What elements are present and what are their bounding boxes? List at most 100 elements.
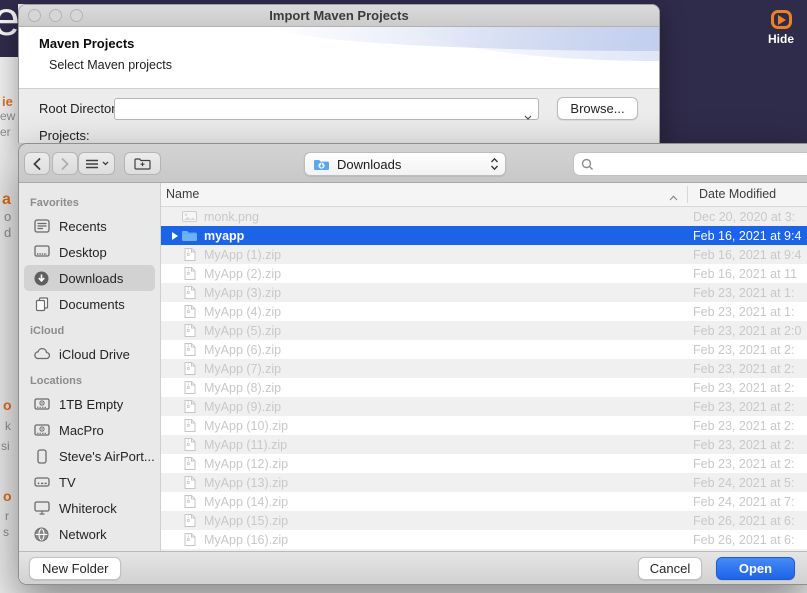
new-folder-toolbar-button[interactable] bbox=[124, 152, 161, 175]
file-row[interactable]: myappFeb 16, 2021 at 9:4 bbox=[161, 226, 807, 245]
image-file-icon bbox=[181, 211, 198, 222]
wizard-banner: Maven Projects Select Maven projects bbox=[19, 27, 659, 89]
downloads-folder-icon bbox=[313, 158, 330, 171]
file-row[interactable]: MyApp (5).zip Feb 23, 2021 at 2:0 bbox=[161, 321, 807, 340]
file-name: MyApp (16).zip bbox=[204, 533, 288, 547]
location-value: Downloads bbox=[337, 157, 401, 172]
search-field[interactable] bbox=[573, 152, 807, 176]
file-row[interactable]: MyApp (6).zip Feb 23, 2021 at 2: bbox=[161, 340, 807, 359]
file-list-header: Name Date Modified bbox=[161, 183, 807, 207]
sidebar-item-desktop[interactable]: Desktop bbox=[24, 239, 155, 265]
file-name: MyApp (3).zip bbox=[204, 286, 281, 300]
file-list: Name Date Modified monk.pngDec 20, 2020 … bbox=[161, 183, 807, 551]
file-row[interactable]: MyApp (13).zip Feb 24, 2021 at 5: bbox=[161, 473, 807, 492]
sidebar-item-1tb-empty[interactable]: 1TB Empty bbox=[24, 391, 155, 417]
location-popup[interactable]: Downloads bbox=[304, 152, 506, 176]
file-row[interactable]: MyApp (10).zipFeb 23, 2021 at 2: bbox=[161, 416, 807, 435]
list-view-icon bbox=[85, 159, 99, 169]
sidebar-item-tv[interactable]: TV bbox=[24, 469, 155, 495]
cancel-button[interactable]: Cancel bbox=[638, 557, 702, 580]
file-date-modified: Feb 23, 2021 at 2:0 bbox=[693, 324, 801, 338]
sidebar-item-steve-s-airport[interactable]: Steve's AirPort... bbox=[24, 443, 155, 469]
file-date-modified: Feb 23, 2021 at 2: bbox=[693, 400, 794, 414]
zoom-button[interactable] bbox=[70, 9, 83, 22]
close-button[interactable] bbox=[28, 9, 41, 22]
file-row[interactable]: monk.pngDec 20, 2020 at 3: bbox=[161, 207, 807, 226]
open-button[interactable]: Open bbox=[716, 557, 795, 580]
back-button[interactable] bbox=[24, 152, 50, 175]
file-name: MyApp (13).zip bbox=[204, 476, 288, 490]
sidebar-section-icloud: iCloud bbox=[30, 325, 160, 337]
file-row[interactable]: MyApp (11).zipFeb 23, 2021 at 2: bbox=[161, 435, 807, 454]
chevron-left-icon bbox=[33, 158, 41, 170]
new-folder-button[interactable]: New Folder bbox=[29, 557, 121, 580]
hide-label: Hide bbox=[758, 32, 804, 46]
file-row[interactable]: MyApp (12).zipFeb 23, 2021 at 2: bbox=[161, 454, 807, 473]
sort-ascending-icon bbox=[669, 190, 678, 204]
file-row[interactable]: MyApp (1).zipFeb 16, 2021 at 9:4 bbox=[161, 245, 807, 264]
file-row[interactable]: MyApp (4).zipFeb 23, 2021 at 1: bbox=[161, 302, 807, 321]
view-options-button[interactable] bbox=[78, 152, 115, 175]
zip-file-icon bbox=[181, 342, 198, 357]
sidebar-item-downloads[interactable]: Downloads bbox=[24, 265, 155, 291]
zip-file-icon bbox=[181, 532, 198, 547]
recorder-hide-control[interactable]: Hide bbox=[758, 10, 804, 46]
sidebar-section-favorites: Favorites bbox=[30, 197, 160, 209]
file-row[interactable]: MyApp (8).zipFeb 23, 2021 at 2: bbox=[161, 378, 807, 397]
file-row[interactable]: MyApp (3).zipFeb 23, 2021 at 1: bbox=[161, 283, 807, 302]
sidebar-item-label: 1TB Empty bbox=[59, 397, 123, 412]
file-row[interactable]: MyApp (14).zipFeb 24, 2021 at 7: bbox=[161, 492, 807, 511]
file-date-modified: Feb 23, 2021 at 2: bbox=[693, 343, 794, 357]
root-directory-label: Root Directory: bbox=[39, 101, 126, 116]
zip-file-icon bbox=[181, 323, 198, 338]
zip-file-icon bbox=[181, 266, 198, 281]
sidebar-item-macpro[interactable]: MacPro bbox=[24, 417, 155, 443]
browse-button[interactable]: Browse... bbox=[557, 97, 638, 120]
file-date-modified: Feb 16, 2021 at 11 bbox=[693, 267, 797, 281]
harddrive-icon bbox=[32, 397, 51, 411]
file-name: MyApp (9).zip bbox=[204, 400, 281, 414]
chevron-right-icon bbox=[61, 158, 69, 170]
zip-file-icon bbox=[181, 380, 198, 395]
airport-icon bbox=[32, 449, 51, 464]
file-row[interactable]: MyApp (2).zipFeb 16, 2021 at 11 bbox=[161, 264, 807, 283]
file-name: MyApp (5).zip bbox=[204, 324, 281, 338]
sidebar-item-icloud-drive[interactable]: iCloud Drive bbox=[24, 341, 155, 367]
sidebar-item-label: Recents bbox=[59, 219, 107, 234]
minimize-button[interactable] bbox=[49, 9, 62, 22]
background-text-fragment: k bbox=[5, 420, 11, 432]
file-row[interactable]: MyApp (16).zipFeb 26, 2021 at 6: bbox=[161, 530, 807, 549]
file-name: MyApp (4).zip bbox=[204, 305, 281, 319]
projects-label: Projects: bbox=[39, 128, 90, 143]
background-text-fragment: s bbox=[3, 526, 9, 538]
file-row[interactable]: MyApp (9).zip Feb 23, 2021 at 2: bbox=[161, 397, 807, 416]
date-column-header[interactable]: Date Modified bbox=[699, 187, 776, 201]
file-dialog-content: Favorites Recents DesktopDownloadsDocument… bbox=[19, 183, 807, 551]
background-text-fragment: r bbox=[5, 510, 9, 522]
file-name: MyApp (6).zip bbox=[204, 343, 281, 357]
file-date-modified: Feb 24, 2021 at 5: bbox=[693, 476, 794, 490]
sidebar-item-label: Steve's AirPort... bbox=[59, 449, 155, 464]
background-logo-letter: e bbox=[0, 0, 18, 47]
file-row[interactable]: MyApp (7).zipFeb 23, 2021 at 2: bbox=[161, 359, 807, 378]
root-directory-combobox[interactable] bbox=[114, 98, 539, 120]
file-date-modified: Feb 23, 2021 at 2: bbox=[693, 381, 794, 395]
background-text-fragment: d bbox=[4, 226, 11, 239]
sidebar-item-recents[interactable]: Recents bbox=[24, 213, 155, 239]
zip-file-icon bbox=[181, 456, 198, 471]
search-icon bbox=[581, 158, 594, 171]
file-row[interactable]: MyApp (15).zipFeb 26, 2021 at 6: bbox=[161, 511, 807, 530]
sidebar-item-network[interactable]: Network bbox=[24, 521, 155, 547]
sidebar-item-label: iCloud Drive bbox=[59, 347, 130, 362]
file-name: MyApp (7).zip bbox=[204, 362, 281, 376]
background-text-fragment: er bbox=[0, 126, 11, 138]
name-column-header[interactable]: Name bbox=[166, 187, 199, 201]
forward-button[interactable] bbox=[52, 152, 78, 175]
disclosure-triangle-icon[interactable] bbox=[161, 232, 179, 240]
sidebar-item-label: Network bbox=[59, 527, 107, 542]
zip-file-icon bbox=[181, 513, 198, 528]
banner-swoosh bbox=[269, 27, 659, 51]
sidebar-item-whiterock[interactable]: Whiterock bbox=[24, 495, 155, 521]
sidebar-item-documents[interactable]: Documents bbox=[24, 291, 155, 317]
file-date-modified: Feb 23, 2021 at 2: bbox=[693, 419, 794, 433]
